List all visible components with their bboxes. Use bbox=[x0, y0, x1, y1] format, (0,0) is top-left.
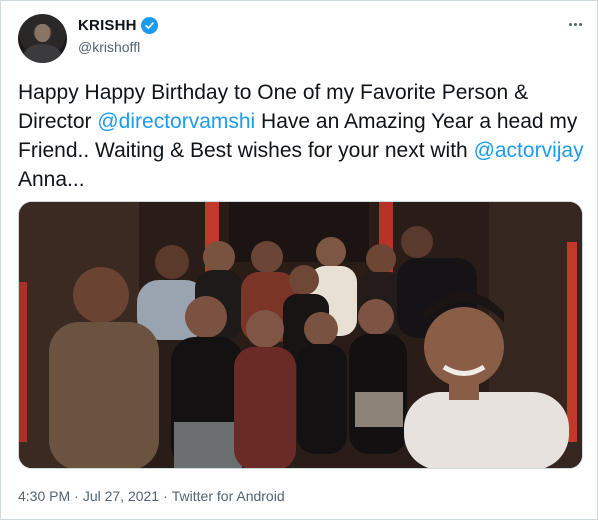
user-handle[interactable]: @krishoffl bbox=[78, 39, 140, 55]
tweet-text: Happy Happy Birthday to One of my Favori… bbox=[18, 78, 588, 194]
tweet-text-part-3: Anna... bbox=[18, 168, 85, 191]
more-options-icon[interactable] bbox=[564, 13, 586, 35]
group-selfie-image bbox=[19, 202, 582, 468]
display-name[interactable]: KRISHH bbox=[78, 17, 137, 34]
meta-separator: · bbox=[163, 488, 168, 504]
tweet-date[interactable]: Jul 27, 2021 bbox=[83, 488, 159, 504]
tweet-time[interactable]: 4:30 PM bbox=[18, 488, 70, 504]
tweet-source[interactable]: Twitter for Android bbox=[172, 488, 285, 504]
meta-separator: · bbox=[74, 488, 79, 504]
verified-badge-icon bbox=[140, 17, 158, 34]
tweet-photo[interactable] bbox=[18, 201, 583, 469]
mention-link-actorvijay[interactable]: @actorvijay bbox=[474, 139, 584, 162]
mention-link-directorvamshi[interactable]: @directorvamshi bbox=[97, 110, 255, 133]
user-name-row[interactable]: KRISHH bbox=[78, 17, 158, 34]
tweet-card: KRISHH @krishoffl Happy Happy Birthday t… bbox=[0, 0, 598, 520]
user-avatar[interactable] bbox=[18, 14, 67, 63]
tweet-meta: 4:30 PM · Jul 27, 2021 · Twitter for And… bbox=[18, 488, 285, 504]
